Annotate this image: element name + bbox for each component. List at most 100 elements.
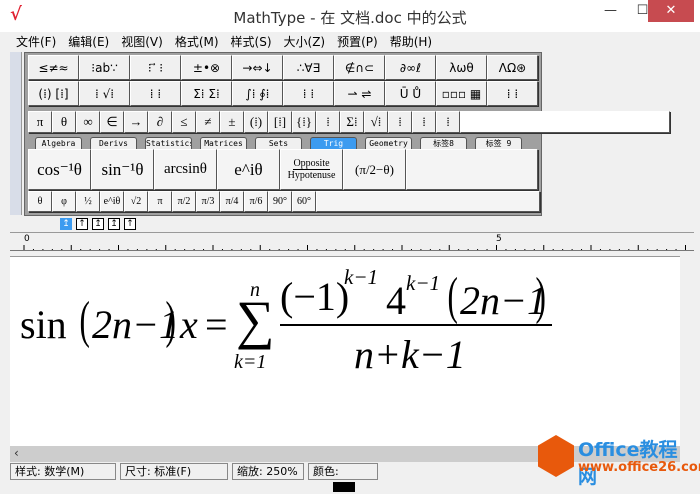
trig-small-button-11[interactable]: 60°	[292, 191, 316, 212]
menu-item-4[interactable]: 样式(S)	[225, 32, 278, 52]
palette-r2-button-7[interactable]: Ū Ů	[385, 81, 436, 106]
tab-trig[interactable]: Trig	[310, 137, 357, 149]
trig-small-button-5[interactable]: π	[148, 191, 172, 212]
watermark: Office教程网 www.office26.com	[538, 433, 700, 488]
palette-r1-button-0[interactable]: ≤≠≈	[28, 55, 79, 80]
symbol-button-5[interactable]: ∂	[148, 111, 172, 133]
palette-r2-button-6[interactable]: ⇀ ⇌	[334, 81, 385, 106]
trig-small-button-6[interactable]: π/2	[172, 191, 196, 212]
trig-template-0[interactable]: cos⁻¹θ	[28, 149, 91, 190]
vertical-scrollbar[interactable]	[680, 256, 695, 446]
palette-r1-button-1[interactable]: ⁝ab∵	[79, 55, 130, 80]
trig-template-4[interactable]: Opposite Hypotenuse	[280, 149, 343, 190]
symbol-button-17[interactable]: ⁞	[436, 111, 460, 133]
menu-item-1[interactable]: 编辑(E)	[62, 32, 115, 52]
symbol-button-8[interactable]: ±	[220, 111, 244, 133]
palette-r1-button-8[interactable]: λωθ	[436, 55, 487, 80]
menu-item-0[interactable]: 文件(F)	[10, 32, 62, 52]
tab-algebra[interactable]: Algebra	[35, 137, 82, 149]
palette-r1-button-5[interactable]: ∴∀∃	[283, 55, 334, 80]
trig-small-button-2[interactable]: ½	[76, 191, 100, 212]
tab-sets[interactable]: Sets	[255, 137, 302, 149]
palette-empty-slot	[460, 111, 670, 133]
tab-statistics[interactable]: Statistics	[145, 137, 192, 149]
status-style: 样式: 数学(M)	[10, 463, 116, 480]
palette-r2-button-1[interactable]: ⁞ √⁞	[79, 81, 130, 106]
menu-item-2[interactable]: 视图(V)	[115, 32, 169, 52]
template-text-0: cos⁻¹θ	[37, 159, 82, 179]
paren-left-2: (	[447, 268, 458, 325]
symbol-button-14[interactable]: √⁞	[364, 111, 388, 133]
symbol-button-12[interactable]: ⁞	[316, 111, 340, 133]
menu-item-3[interactable]: 格式(M)	[169, 32, 225, 52]
trig-small-button-10[interactable]: 90°	[268, 191, 292, 212]
symbol-button-16[interactable]: ⁞	[412, 111, 436, 133]
symbol-button-15[interactable]: ⁞	[388, 111, 412, 133]
trig-small-button-3[interactable]: e^iθ	[100, 191, 124, 212]
palette-r1-button-4[interactable]: →⇔↓	[232, 55, 283, 80]
status-color: 颜色:	[308, 463, 378, 492]
nudge-button-3[interactable]: ↥	[108, 218, 120, 230]
symbol-button-1[interactable]: θ	[52, 111, 76, 133]
nudge-button-0[interactable]: ↥	[60, 218, 72, 230]
symbol-button-3[interactable]: ∈	[100, 111, 124, 133]
menu-item-7[interactable]: 帮助(H)	[384, 32, 438, 52]
status-zoom: 缩放: 250%	[232, 463, 304, 480]
symbol-button-4[interactable]: →	[124, 111, 148, 133]
palette-r1-button-3[interactable]: ±•⊗	[181, 55, 232, 80]
close-button[interactable]: ✕	[648, 0, 694, 22]
palette-r1-button-2[interactable]: ⁝ ⃗ ⁝	[130, 55, 181, 80]
tab-标签9[interactable]: 标签 9	[475, 137, 522, 149]
symbol-button-2[interactable]: ∞	[76, 111, 100, 133]
nudge-button-1[interactable]: ↑	[76, 218, 88, 230]
trig-template-2[interactable]: arcsinθ	[154, 149, 217, 190]
equation-editor[interactable]: sin ( 2n−1 ) x = ∑ n k=1 (−1) k−1 4 k−1 …	[10, 256, 680, 446]
palette-r2-button-9[interactable]: ⁞ ⁞	[487, 81, 538, 106]
symbol-button-6[interactable]: ≤	[172, 111, 196, 133]
ruler: 0 5	[10, 232, 694, 252]
symbol-button-10[interactable]: [⁞]	[268, 111, 292, 133]
menu-item-5[interactable]: 大小(Z)	[278, 32, 332, 52]
fraction-bar	[280, 324, 552, 326]
tab-matrices[interactable]: Matrices	[200, 137, 247, 149]
sum-lower: k=1	[234, 351, 267, 373]
palette-r2-button-8[interactable]: ▫▫▫ ▦	[436, 81, 487, 106]
palette-r2-button-4[interactable]: ∫⁞ ∮⁞	[232, 81, 283, 106]
palette-r2-button-2[interactable]: ⁞ ⁞	[130, 81, 181, 106]
nudge-button-4[interactable]: ↑	[124, 218, 136, 230]
nudge-button-2[interactable]: ↥	[92, 218, 104, 230]
symbol-button-7[interactable]: ≠	[196, 111, 220, 133]
trig-small-button-0[interactable]: θ	[28, 191, 52, 212]
menu-item-6[interactable]: 预置(P)	[331, 32, 384, 52]
symbol-button-11[interactable]: {⁞}	[292, 111, 316, 133]
tab-geometry[interactable]: Geometry	[365, 137, 412, 149]
trig-small-button-8[interactable]: π/4	[220, 191, 244, 212]
trig-small-button-7[interactable]: π/3	[196, 191, 220, 212]
template-text-1: sin⁻¹θ	[101, 159, 144, 179]
palette-r1-button-9[interactable]: ΛΩ⊛	[487, 55, 538, 80]
trig-template-3[interactable]: e^iθ	[217, 149, 280, 190]
exponent-2: k−1	[406, 271, 440, 295]
palette-r1-button-6[interactable]: ∉∩⊂	[334, 55, 385, 80]
scroll-left-icon[interactable]: ‹	[14, 446, 19, 460]
watermark-url: www.office26.com	[578, 460, 700, 475]
symbol-button-9[interactable]: (⁞)	[244, 111, 268, 133]
palette-r2-button-5[interactable]: ⁞ ⁞	[283, 81, 334, 106]
trig-small-button-1[interactable]: φ	[52, 191, 76, 212]
palette-r2-button-3[interactable]: Σ⁞ Σ⁞	[181, 81, 232, 106]
trig-small-button-9[interactable]: π/6	[244, 191, 268, 212]
denominator: n+k−1	[354, 332, 466, 377]
tab-标签8[interactable]: 标签8	[420, 137, 467, 149]
numerator-four: 4	[386, 278, 406, 323]
symbol-button-13[interactable]: Σ⁞	[340, 111, 364, 133]
tab-derivs[interactable]: Derivs	[90, 137, 137, 149]
trig-template-1[interactable]: sin⁻¹θ	[91, 149, 154, 190]
template-text-4: Opposite	[293, 158, 330, 170]
palette-r2-button-0[interactable]: (⁞) [⁞]	[28, 81, 79, 106]
trig-template-5[interactable]: (π/2−θ)	[343, 149, 406, 190]
palette-r1-button-7[interactable]: ∂∞ℓ	[385, 55, 436, 80]
exponent-1: k−1	[344, 265, 378, 289]
symbol-button-0[interactable]: π	[28, 111, 52, 133]
toolbar-handle[interactable]	[10, 52, 22, 215]
trig-small-button-4[interactable]: √2	[124, 191, 148, 212]
